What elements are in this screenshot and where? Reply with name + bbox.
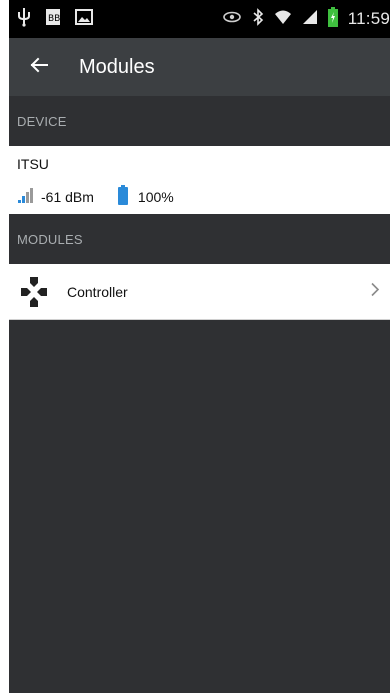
usb-icon [17, 7, 31, 32]
device-name: ITSU [17, 156, 49, 172]
battery-charging-icon [327, 6, 338, 32]
battery-icon [117, 185, 128, 208]
gamepad-icon [21, 276, 47, 307]
signal-strength-icon [17, 186, 35, 207]
battery-value: 100% [137, 188, 174, 205]
signal-value: -61 dBm [41, 188, 94, 205]
back-button[interactable] [15, 38, 63, 96]
status-bar: BB 11:59 [9, 0, 390, 38]
bluetooth-icon [252, 7, 264, 31]
cell-signal-icon [302, 9, 318, 30]
arrow-left-icon [30, 57, 48, 78]
device-stats: -61 dBm 100% [17, 185, 174, 208]
bbm-icon: BB [45, 8, 61, 31]
status-time: 11:59 [347, 9, 390, 28]
module-item-controller[interactable]: Controller [9, 264, 390, 319]
svg-text:BB: BB [48, 14, 60, 24]
page-title: Modules [79, 55, 155, 78]
module-item-label: Controller [67, 283, 128, 300]
eye-icon [222, 10, 242, 29]
chevron-right-icon [370, 282, 380, 301]
device-section-header: DEVICE [9, 96, 390, 146]
wifi-icon [274, 9, 292, 30]
image-icon [75, 8, 93, 30]
phone-frame: BB 11:59 Modules DEVICE ITSU -61 dBm 100… [0, 0, 390, 693]
app-bar: Modules [9, 38, 390, 96]
app-screen: BB 11:59 Modules DEVICE ITSU -61 dBm 100… [9, 0, 390, 693]
device-card[interactable]: ITSU -61 dBm 100% [9, 146, 390, 214]
divider [9, 319, 390, 320]
modules-section-header: MODULES [9, 214, 390, 264]
